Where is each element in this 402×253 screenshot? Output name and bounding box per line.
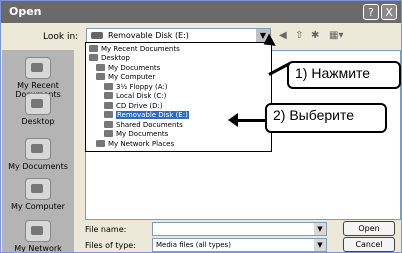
recent-docs-icon xyxy=(25,57,51,79)
up-folder-icon[interactable]: ⇧ xyxy=(295,30,303,41)
files-of-type-value: Media files (all types) xyxy=(156,241,231,249)
folder-icon xyxy=(104,130,113,137)
place-label: My Documents xyxy=(8,162,68,171)
callout-step-2: 2) Выберите xyxy=(265,103,387,133)
network-icon xyxy=(25,220,51,242)
look-in-value: Removable Disk (E:) xyxy=(108,31,189,40)
dropdown-item-removable-disk[interactable]: Removable Disk (E:) xyxy=(86,111,271,119)
chevron-down-icon[interactable]: ▼ xyxy=(314,239,326,251)
callout-arrow-2 xyxy=(237,119,267,122)
computer-icon xyxy=(96,73,105,80)
files-of-type-label: Files of type: xyxy=(85,241,136,250)
dropdown-item-my-computer[interactable]: My Computer xyxy=(86,73,271,81)
place-label: Desktop xyxy=(21,117,55,126)
network-icon xyxy=(96,140,105,147)
callout-arrowhead-2 xyxy=(228,113,238,127)
documents-icon xyxy=(96,64,105,71)
removable-disk-icon xyxy=(91,32,103,39)
dropdown-item-network-places[interactable]: My Network Places xyxy=(86,140,271,148)
dropdown-item-my-documents[interactable]: My Documents xyxy=(86,64,271,72)
toolbar: ◀ ⇧ ✱ ▦▾ xyxy=(279,29,361,45)
documents-icon xyxy=(25,138,51,160)
cancel-button[interactable]: Cancel xyxy=(343,237,395,252)
desktop-icon xyxy=(25,93,51,115)
computer-icon xyxy=(25,178,51,200)
place-label: My Network xyxy=(14,244,62,253)
dropdown-item-local-disk[interactable]: Local Disk (C:) xyxy=(86,92,271,100)
back-icon[interactable]: ◀ xyxy=(279,30,287,41)
file-name-field[interactable]: ▼ xyxy=(152,222,327,236)
dropdown-item-my-documents-2[interactable]: My Documents xyxy=(86,130,271,138)
close-button[interactable]: X xyxy=(381,4,397,20)
dropdown-item-cd-drive[interactable]: CD Drive (D:) xyxy=(86,102,271,110)
title-bar: Open ? X xyxy=(1,1,401,23)
floppy-icon xyxy=(104,83,113,90)
open-dialog: Open ? X Look in: Removable Disk (E:) ▼ … xyxy=(0,0,402,253)
look-in-dropdown-list: My Recent Documents Desktop My Documents… xyxy=(85,42,272,152)
hard-disk-icon xyxy=(104,92,113,99)
cd-drive-icon xyxy=(104,102,113,109)
dropdown-item-desktop[interactable]: Desktop xyxy=(86,54,271,62)
place-my-computer[interactable]: My Computer xyxy=(2,178,74,211)
open-button[interactable]: Open xyxy=(343,221,395,236)
removable-disk-icon xyxy=(104,111,113,118)
dropdown-item-recent-documents[interactable]: My Recent Documents xyxy=(86,45,271,53)
chevron-down-icon[interactable]: ▼ xyxy=(314,223,326,235)
dropdown-item-shared-documents[interactable]: Shared Documents xyxy=(86,121,271,129)
dialog-title: Open xyxy=(9,5,42,18)
view-menu-icon[interactable]: ▦▾ xyxy=(329,30,343,41)
recent-docs-icon xyxy=(89,45,98,52)
new-folder-icon[interactable]: ✱ xyxy=(311,30,319,41)
dropdown-item-floppy[interactable]: 3½ Floppy (A:) xyxy=(86,83,271,91)
callout-step-1: 1) Нажмите xyxy=(287,61,401,89)
help-button[interactable]: ? xyxy=(363,4,379,20)
place-label: My Computer xyxy=(11,202,65,211)
place-my-documents[interactable]: My Documents xyxy=(2,138,74,171)
folder-icon xyxy=(104,121,113,128)
look-in-label: Look in: xyxy=(43,32,79,42)
file-name-label: File name: xyxy=(85,225,127,234)
desktop-icon xyxy=(89,54,98,61)
files-of-type-dropdown[interactable]: Media files (all types) ▼ xyxy=(152,238,327,252)
place-my-network[interactable]: My Network xyxy=(2,220,74,253)
place-desktop[interactable]: Desktop xyxy=(2,93,74,126)
places-bar: My Recent Documents Desktop My Documents… xyxy=(2,50,74,253)
